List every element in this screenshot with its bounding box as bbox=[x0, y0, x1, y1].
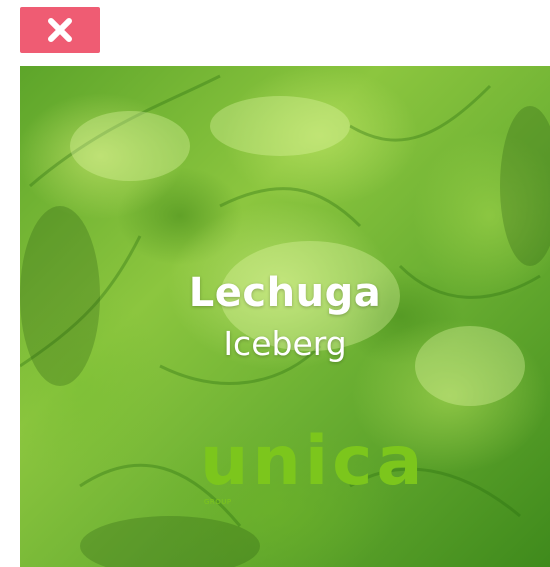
product-variety: Iceberg bbox=[223, 324, 347, 363]
brand-logo: unica GROUP bbox=[200, 428, 422, 508]
product-image: Lechuga Iceberg unica GROUP bbox=[20, 66, 550, 567]
brand-logo-subtext: GROUP bbox=[204, 498, 232, 506]
close-icon bbox=[48, 18, 72, 42]
close-button[interactable] bbox=[20, 7, 100, 53]
product-name: Lechuga bbox=[188, 270, 382, 316]
brand-logo-text: unica bbox=[200, 422, 427, 501]
